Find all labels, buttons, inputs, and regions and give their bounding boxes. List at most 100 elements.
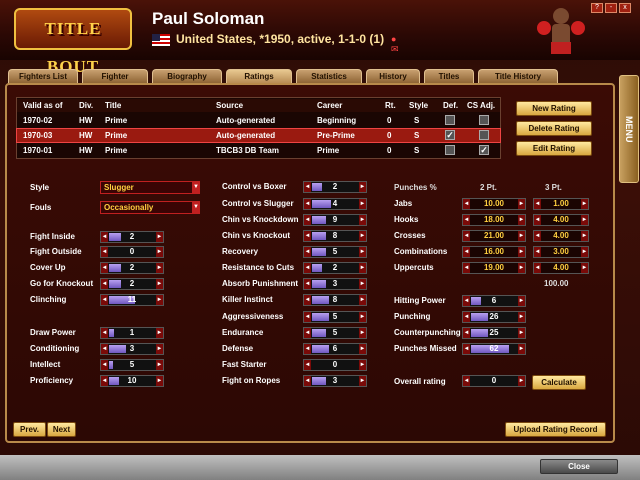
attr-spinner[interactable]: ◄ 6 ► — [303, 343, 367, 355]
decrease-icon[interactable]: ◄ — [463, 199, 470, 209]
attr-spinner[interactable]: ◄ 10 ► — [100, 375, 164, 387]
increase-icon[interactable]: ► — [518, 376, 525, 386]
decrease-icon[interactable]: ◄ — [101, 376, 108, 386]
increase-icon[interactable]: ► — [156, 247, 163, 257]
increase-icon[interactable]: ► — [156, 263, 163, 273]
decrease-icon[interactable]: ◄ — [463, 247, 470, 257]
attr-spinner[interactable]: ◄ 2 ► — [100, 231, 164, 243]
decrease-icon[interactable]: ◄ — [304, 360, 311, 370]
attr-spinner[interactable]: ◄ 2 ► — [303, 262, 367, 274]
tab-titles[interactable]: Titles — [424, 69, 474, 84]
increase-icon[interactable]: ► — [156, 279, 163, 289]
decrease-icon[interactable]: ◄ — [101, 328, 108, 338]
attr-spinner[interactable]: ◄ 11 ► — [100, 294, 164, 306]
attr-spinner[interactable]: ◄ 5 ► — [303, 311, 367, 323]
fouls-select[interactable]: Occasionally ▼ — [100, 201, 200, 214]
decrease-icon[interactable]: ◄ — [534, 215, 541, 225]
decrease-icon[interactable]: ◄ — [534, 247, 541, 257]
increase-icon[interactable]: ► — [156, 232, 163, 242]
def-checkbox[interactable] — [445, 115, 455, 125]
def-checkbox[interactable] — [445, 145, 455, 155]
attr-spinner[interactable]: ◄ 6 ► — [462, 295, 526, 307]
attr-spinner[interactable]: ◄ 4 ► — [303, 198, 367, 210]
increase-icon[interactable]: ► — [359, 360, 366, 370]
increase-icon[interactable]: ► — [518, 247, 525, 257]
decrease-icon[interactable]: ◄ — [463, 312, 470, 322]
calculate-button[interactable]: Calculate — [532, 375, 586, 390]
punch-pct-spinner[interactable]: ◄ 4.00 ► — [533, 230, 589, 242]
attr-spinner[interactable]: ◄ 5 ► — [100, 359, 164, 371]
punch-pct-spinner[interactable]: ◄ 1.00 ► — [533, 198, 589, 210]
attr-spinner[interactable]: ◄ 9 ► — [303, 214, 367, 226]
decrease-icon[interactable]: ◄ — [463, 263, 470, 273]
close-window-button[interactable]: x — [619, 3, 631, 13]
decrease-icon[interactable]: ◄ — [463, 231, 470, 241]
decrease-icon[interactable]: ◄ — [304, 344, 311, 354]
table-row[interactable]: 1970-02 HW Prime Auto-generated Beginnin… — [17, 114, 500, 127]
tab-history[interactable]: History — [366, 69, 420, 84]
attr-spinner[interactable]: ◄ 0 ► — [303, 359, 367, 371]
decrease-icon[interactable]: ◄ — [101, 247, 108, 257]
decrease-icon[interactable]: ◄ — [101, 360, 108, 370]
punch-pct-spinner[interactable]: ◄ 19.00 ► — [462, 262, 526, 274]
increase-icon[interactable]: ► — [359, 328, 366, 338]
attr-spinner[interactable]: ◄ 25 ► — [462, 327, 526, 339]
increase-icon[interactable]: ► — [518, 328, 525, 338]
punch-pct-spinner[interactable]: ◄ 3.00 ► — [533, 246, 589, 258]
table-row-selected[interactable]: 1970-03 HW Prime Auto-generated Pre-Prim… — [16, 128, 501, 143]
tab-title-history[interactable]: Title History — [478, 69, 558, 84]
attr-spinner[interactable]: ◄ 8 ► — [303, 294, 367, 306]
punch-pct-spinner[interactable]: ◄ 4.00 ► — [533, 214, 589, 226]
increase-icon[interactable]: ► — [359, 182, 366, 192]
increase-icon[interactable]: ► — [581, 247, 588, 257]
decrease-icon[interactable]: ◄ — [463, 296, 470, 306]
increase-icon[interactable]: ► — [156, 295, 163, 305]
decrease-icon[interactable]: ◄ — [304, 328, 311, 338]
increase-icon[interactable]: ► — [581, 215, 588, 225]
increase-icon[interactable]: ► — [518, 215, 525, 225]
punch-pct-spinner[interactable]: ◄ 10.00 ► — [462, 198, 526, 210]
decrease-icon[interactable]: ◄ — [101, 232, 108, 242]
decrease-icon[interactable]: ◄ — [463, 376, 470, 386]
next-button[interactable]: Next — [47, 422, 76, 437]
decrease-icon[interactable]: ◄ — [534, 231, 541, 241]
decrease-icon[interactable]: ◄ — [304, 295, 311, 305]
increase-icon[interactable]: ► — [359, 215, 366, 225]
increase-icon[interactable]: ► — [359, 344, 366, 354]
increase-icon[interactable]: ► — [156, 376, 163, 386]
decrease-icon[interactable]: ◄ — [304, 199, 311, 209]
decrease-icon[interactable]: ◄ — [101, 295, 108, 305]
help-button[interactable]: ? — [591, 3, 603, 13]
decrease-icon[interactable]: ◄ — [304, 263, 311, 273]
tab-fighter[interactable]: Fighter — [82, 69, 148, 84]
delete-rating-button[interactable]: Delete Rating — [516, 121, 592, 136]
decrease-icon[interactable]: ◄ — [534, 199, 541, 209]
increase-icon[interactable]: ► — [156, 360, 163, 370]
decrease-icon[interactable]: ◄ — [463, 328, 470, 338]
attr-spinner[interactable]: ◄ 26 ► — [462, 311, 526, 323]
increase-icon[interactable]: ► — [156, 328, 163, 338]
punch-pct-spinner[interactable]: ◄ 16.00 ► — [462, 246, 526, 258]
decrease-icon[interactable]: ◄ — [304, 215, 311, 225]
increase-icon[interactable]: ► — [518, 312, 525, 322]
style-select[interactable]: Slugger ▼ — [100, 181, 200, 194]
menu-tab[interactable]: MENU — [619, 75, 639, 183]
punch-pct-spinner[interactable]: ◄ 4.00 ► — [533, 262, 589, 274]
increase-icon[interactable]: ► — [359, 199, 366, 209]
new-rating-button[interactable]: New Rating — [516, 101, 592, 116]
attr-spinner[interactable]: ◄ 8 ► — [303, 230, 367, 242]
tab-biography[interactable]: Biography — [152, 69, 222, 84]
increase-icon[interactable]: ► — [359, 312, 366, 322]
decrease-icon[interactable]: ◄ — [304, 247, 311, 257]
edit-rating-button[interactable]: Edit Rating — [516, 141, 592, 156]
increase-icon[interactable]: ► — [359, 231, 366, 241]
cs-checkbox[interactable] — [479, 130, 489, 140]
attr-spinner[interactable]: ◄ 3 ► — [303, 278, 367, 290]
attr-spinner[interactable]: ◄ 0 ► — [100, 246, 164, 258]
decrease-icon[interactable]: ◄ — [101, 344, 108, 354]
attr-spinner[interactable]: ◄ 3 ► — [100, 343, 164, 355]
increase-icon[interactable]: ► — [581, 199, 588, 209]
decrease-icon[interactable]: ◄ — [534, 263, 541, 273]
upload-rating-record-button[interactable]: Upload Rating Record — [505, 422, 606, 437]
increase-icon[interactable]: ► — [359, 279, 366, 289]
